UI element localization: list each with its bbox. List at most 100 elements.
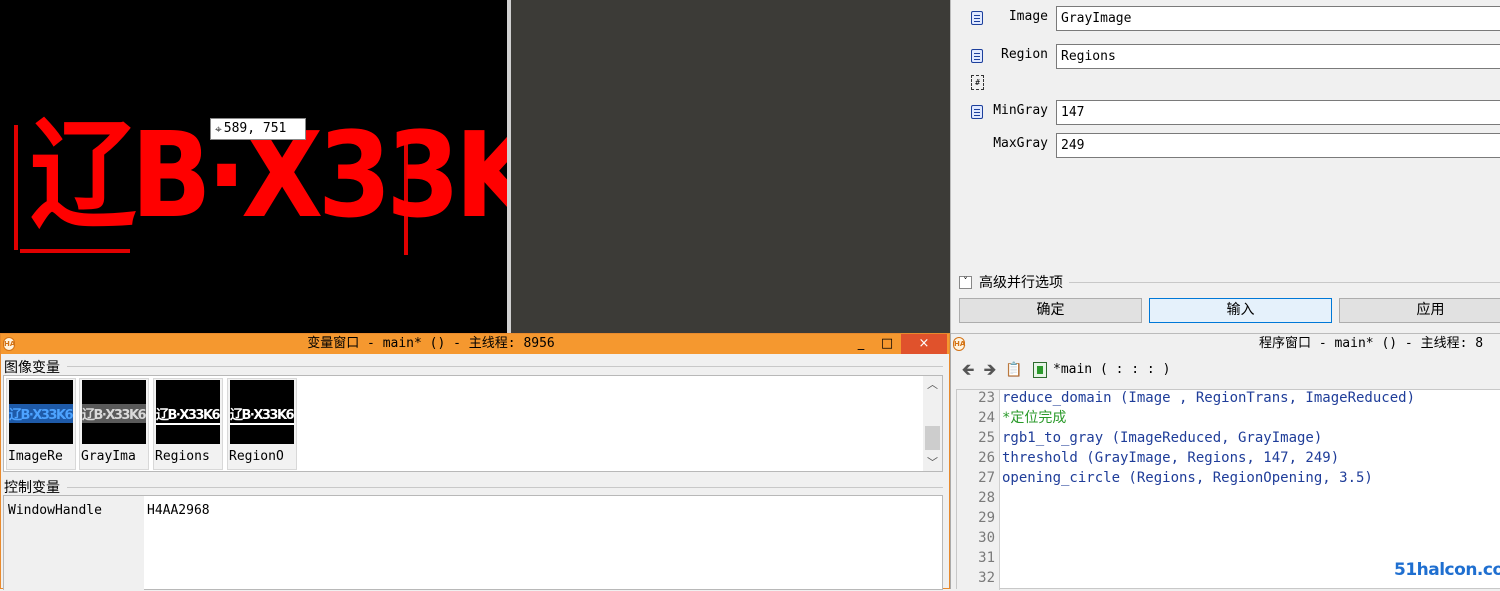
iconic-variable-list: 辽B·X33K6 ImageRe 辽B·X33K6 GrayIma 辽B·X33…: [3, 375, 943, 472]
minimize-button[interactable]: _: [849, 334, 873, 354]
plate-frame-left: [14, 125, 22, 250]
coordinate-readout: 589, 751: [223, 121, 287, 136]
graphics-window[interactable]: 辽B·X33K6 ⌖ 589, 751: [0, 0, 507, 333]
thumbnail-preview: 辽B·X33K6: [9, 380, 73, 444]
param-row-region: Region Regions: [951, 42, 1500, 70]
code-line[interactable]: 27 opening_circle (Regions, RegionOpening…: [957, 468, 1500, 488]
code-statement: opening_circle (Regions, RegionOpening, …: [1002, 470, 1373, 486]
param-label: MinGray: [993, 103, 1048, 118]
operator-panel: Image GrayImage Region Regions # MinGray…: [950, 0, 1500, 333]
apply-button[interactable]: 应用: [1339, 298, 1500, 323]
code-comment: *定位完成: [1002, 410, 1067, 426]
param-label: Region: [1001, 47, 1048, 62]
code-line[interactable]: 23 reduce_domain (Image , RegionTrans, Im…: [957, 388, 1500, 408]
param-label: MaxGray: [993, 136, 1048, 151]
site-watermark: 51halcon.com: [1394, 560, 1500, 580]
advanced-options-label: 高级并行选项: [979, 275, 1063, 291]
variable-name-column: WindowHandle: [4, 496, 144, 591]
thumbnail-preview-text: 辽B·X33K6: [82, 404, 146, 423]
line-number: 26: [978, 450, 995, 466]
iconic-variables-heading: 图像变量: [4, 360, 60, 376]
thumbnail-label: RegionO: [229, 449, 284, 464]
thumbnail-label: GrayIma: [81, 449, 136, 464]
coordinate-tooltip: ⌖ 589, 751: [210, 118, 306, 140]
code-line[interactable]: 25 rgb1_to_gray (ImageReduced, GrayImage): [957, 428, 1500, 448]
plate-frame-bottom: [20, 245, 130, 253]
image-param-input[interactable]: GrayImage: [1056, 6, 1500, 31]
variable-window: HA 变量窗口 - main* () - 主线程: 8956 _ □ × 图像变…: [0, 333, 950, 591]
code-line[interactable]: 26 threshold (GrayImage, Regions, 147, 24…: [957, 448, 1500, 468]
code-line[interactable]: 24 *定位完成: [957, 408, 1500, 428]
window-title: 程序窗口 - main* () - 主线程: 8: [1259, 336, 1484, 351]
halcon-logo-icon: HA: [953, 337, 965, 351]
variable-name[interactable]: WindowHandle: [8, 503, 102, 518]
maximize-button[interactable]: □: [875, 334, 899, 354]
variable-window-titlebar[interactable]: HA 变量窗口 - main* () - 主线程: 8956 _ □ ×: [1, 334, 949, 354]
back-arrow-icon[interactable]: 🡸: [959, 361, 977, 379]
param-label: Image: [1008, 9, 1048, 24]
divider: [67, 487, 943, 488]
line-number: 31: [978, 550, 995, 566]
line-number: 24: [978, 410, 995, 426]
divider: [67, 366, 943, 367]
thumbnail-preview-text: 辽B·X33K6: [230, 404, 294, 425]
thumbnail-label: Regions: [155, 449, 210, 464]
code-statement: reduce_domain (Image , RegionTrans, Imag…: [1002, 390, 1416, 406]
line-number: 28: [978, 490, 995, 506]
code-line[interactable]: 29: [957, 508, 1500, 528]
chevron-down-icon[interactable]: ˅: [959, 275, 972, 289]
line-number: 23: [978, 390, 995, 406]
iconic-param-icon: [971, 49, 983, 63]
thumbnail-preview: 辽B·X33K6: [82, 380, 146, 444]
line-number: 30: [978, 530, 995, 546]
crosshair-icon: ⌖: [215, 122, 222, 136]
maxgray-param-input[interactable]: 249: [1056, 133, 1500, 158]
thumbnail-preview: 辽B·X33K6: [156, 380, 220, 444]
procedure-icon: [1033, 362, 1047, 378]
param-row-maxgray: MaxGray 249: [951, 131, 1500, 159]
line-number: 32: [978, 570, 995, 586]
divider: [1069, 281, 1500, 283]
vertical-scrollbar[interactable]: ︿ ﹀: [923, 376, 942, 471]
program-toolbar: 🡸 🡺 📋 *main ( : : : ): [951, 359, 1500, 383]
thumbnail-image-reduced[interactable]: 辽B·X33K6 ImageRe: [6, 378, 76, 470]
thumbnail-label: ImageRe: [8, 449, 63, 464]
forward-arrow-icon[interactable]: 🡺: [981, 361, 999, 379]
advanced-options-row: ˅ 高级并行选项: [959, 272, 1500, 292]
clipboard-icon[interactable]: 📋: [1005, 361, 1023, 379]
chevron-down-icon[interactable]: ﹀: [923, 454, 942, 471]
code-line[interactable]: 28: [957, 488, 1500, 508]
thumbnail-preview-text: 辽B·X33K6: [156, 404, 220, 425]
code-editor[interactable]: 23 reduce_domain (Image , RegionTrans, Im…: [956, 388, 1500, 590]
thumbnail-gray-image[interactable]: 辽B·X33K6 GrayIma: [79, 378, 149, 470]
control-param-icon: [971, 105, 983, 119]
line-number: 25: [978, 430, 995, 446]
code-statement: threshold (GrayImage, Regions, 147, 249): [1002, 450, 1340, 466]
thumbnail-regions[interactable]: 辽B·X33K6 Regions: [153, 378, 223, 470]
program-window-titlebar[interactable]: HA 程序窗口 - main* () - 主线程: 8: [951, 333, 1500, 353]
window-title: 变量窗口 - main* () - 主线程: 8956: [307, 336, 555, 351]
mingray-param-input[interactable]: 147: [1056, 100, 1500, 125]
variable-value[interactable]: H4AA2968: [147, 503, 210, 518]
procedure-selector[interactable]: *main ( : : : ): [1053, 362, 1170, 377]
iconic-param-icon: [971, 11, 983, 25]
code-statement: rgb1_to_gray (ImageReduced, GrayImage): [1002, 430, 1323, 446]
region-param-input[interactable]: Regions: [1056, 44, 1500, 69]
program-window: HA 程序窗口 - main* () - 主线程: 8 🡸 🡺 📋 *main …: [950, 333, 1500, 590]
input-button[interactable]: 输入: [1149, 298, 1332, 323]
empty-workspace: [511, 0, 950, 333]
param-row-image: Image GrayImage: [951, 4, 1500, 32]
line-number: 29: [978, 510, 995, 526]
chevron-up-icon[interactable]: ︿: [923, 376, 942, 393]
thumbnail-preview-text: 辽B·X33K6: [9, 404, 73, 423]
close-button[interactable]: ×: [901, 334, 947, 354]
param-row-mingray: MinGray 147: [951, 98, 1500, 126]
thumbnail-preview: 辽B·X33K6: [230, 380, 294, 444]
line-number: 27: [978, 470, 995, 486]
confirm-button[interactable]: 确定: [959, 298, 1142, 323]
control-variable-table: WindowHandle H4AA2968: [3, 495, 943, 591]
code-line[interactable]: 30: [957, 528, 1500, 548]
control-variables-heading: 控制变量: [4, 480, 60, 496]
thumbnail-region-opening[interactable]: 辽B·X33K6 RegionO: [227, 378, 297, 470]
scrollbar-thumb[interactable]: [925, 426, 940, 450]
